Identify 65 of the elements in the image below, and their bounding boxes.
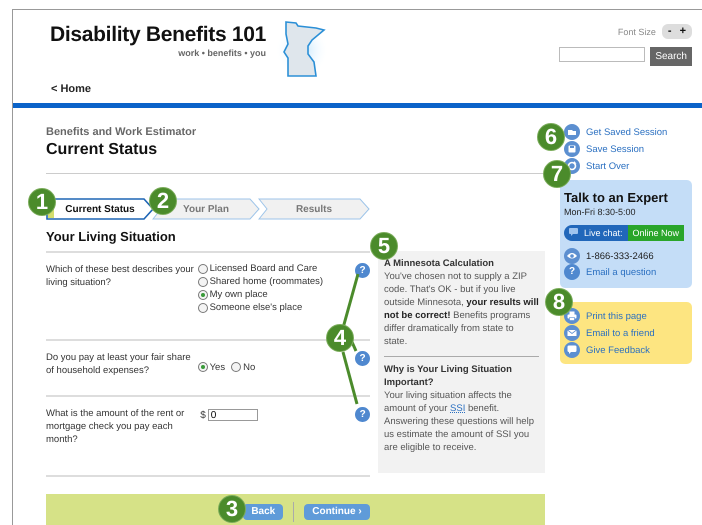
site-title: Disability Benefits 101 bbox=[50, 23, 266, 47]
sidebar-link[interactable]: Give Feedback bbox=[586, 344, 650, 356]
sidebar-link[interactable]: Save Session bbox=[586, 144, 644, 154]
sidebar-link[interactable]: Email to a friend bbox=[586, 328, 655, 338]
page-title: Current Status bbox=[46, 141, 158, 159]
ssi-link[interactable]: SSI bbox=[450, 403, 466, 414]
step-tab[interactable]: Results bbox=[258, 198, 370, 220]
section-label: Benefits and Work Estimator bbox=[46, 126, 198, 138]
sidebar-link[interactable]: Print this page bbox=[586, 310, 647, 322]
back-button[interactable]: Back bbox=[243, 504, 284, 520]
online-status: Online Now bbox=[628, 225, 684, 241]
amount-field[interactable]: 0 bbox=[208, 409, 258, 421]
option-label: Shared home (roommates) bbox=[210, 276, 324, 287]
callout-badge: 2 bbox=[149, 187, 177, 215]
option-label: My own place bbox=[210, 289, 268, 300]
question-label: What is the amount of the rent or mortgage check you pay each month? bbox=[46, 407, 186, 446]
option-label: Someone else's place bbox=[210, 302, 302, 313]
live-chat-label: Live chat: bbox=[584, 228, 623, 238]
radio-button[interactable] bbox=[198, 290, 208, 300]
font-size-label: Font Size bbox=[618, 26, 656, 36]
save-icon bbox=[564, 141, 580, 157]
currency-symbol: $ bbox=[200, 410, 206, 420]
speech-bubble-icon bbox=[564, 342, 580, 358]
tagline: work • benefits • you bbox=[178, 48, 266, 58]
font-size-button[interactable]: + bbox=[676, 25, 690, 38]
continue-button[interactable]: Continue › bbox=[304, 504, 370, 520]
help-icon: ? bbox=[564, 264, 580, 280]
radio-button[interactable] bbox=[198, 276, 208, 286]
callout-badge: 6 bbox=[537, 123, 565, 151]
office-hours: Mon-Fri 8:30-5:00 bbox=[564, 207, 637, 217]
search-button[interactable]: Search bbox=[650, 47, 692, 66]
info-title: A Minnesota Calculation bbox=[384, 257, 495, 270]
radio-button[interactable] bbox=[198, 362, 208, 372]
info-title: Why is Your Living Situation Important? bbox=[384, 363, 513, 389]
option-label: No bbox=[243, 362, 256, 372]
radio-button[interactable] bbox=[198, 264, 208, 274]
envelope-icon bbox=[564, 325, 580, 341]
search-field[interactable] bbox=[559, 47, 646, 62]
home-link[interactable]: < Home bbox=[51, 83, 92, 95]
email-link[interactable]: Email a question bbox=[586, 266, 656, 278]
info-text: Your living situation affects the amount of your SSI benefit. Answering these questions will help us estimate the amount of SSI you are eligible to receive. bbox=[384, 389, 535, 454]
question-label: Do you pay at least your fair share of household expenses? bbox=[46, 351, 192, 378]
step-tab[interactable]: Current Status bbox=[46, 198, 154, 220]
option-label: Licensed Board and Care bbox=[210, 263, 318, 274]
form-heading: Your Living Situation bbox=[46, 229, 177, 244]
sidebar-link[interactable]: Start Over bbox=[586, 160, 630, 172]
help-button[interactable]: ? bbox=[355, 351, 370, 366]
phone-number: 1-866-333-2466 bbox=[586, 250, 654, 262]
help-button[interactable]: ? bbox=[355, 263, 370, 278]
callout-badge: 7 bbox=[543, 160, 571, 188]
folder-icon bbox=[564, 124, 580, 140]
speech-bubble-icon bbox=[569, 228, 581, 238]
info-text: You've chosen not to supply a ZIP code. That's OK - but if you live outside Minnesota, your results will not be correct! Benefits programs differ dramatically from state to state. bbox=[384, 270, 539, 348]
expert-title: Talk to an Expert bbox=[564, 190, 669, 205]
callout-badge: 8 bbox=[545, 288, 573, 316]
callout-badge: 5 bbox=[370, 232, 398, 260]
sidebar-link[interactable]: Get Saved Session bbox=[586, 126, 668, 138]
option-label: Yes bbox=[210, 362, 226, 372]
radio-button[interactable] bbox=[231, 362, 242, 372]
callout-badge: 1 bbox=[28, 188, 56, 216]
help-button[interactable]: ? bbox=[355, 407, 370, 422]
font-size-button[interactable]: - bbox=[664, 25, 676, 38]
callout-badge: 4 bbox=[326, 324, 354, 352]
question-label: Which of these best describes your living situation? bbox=[46, 263, 195, 290]
radio-button[interactable] bbox=[198, 302, 208, 312]
